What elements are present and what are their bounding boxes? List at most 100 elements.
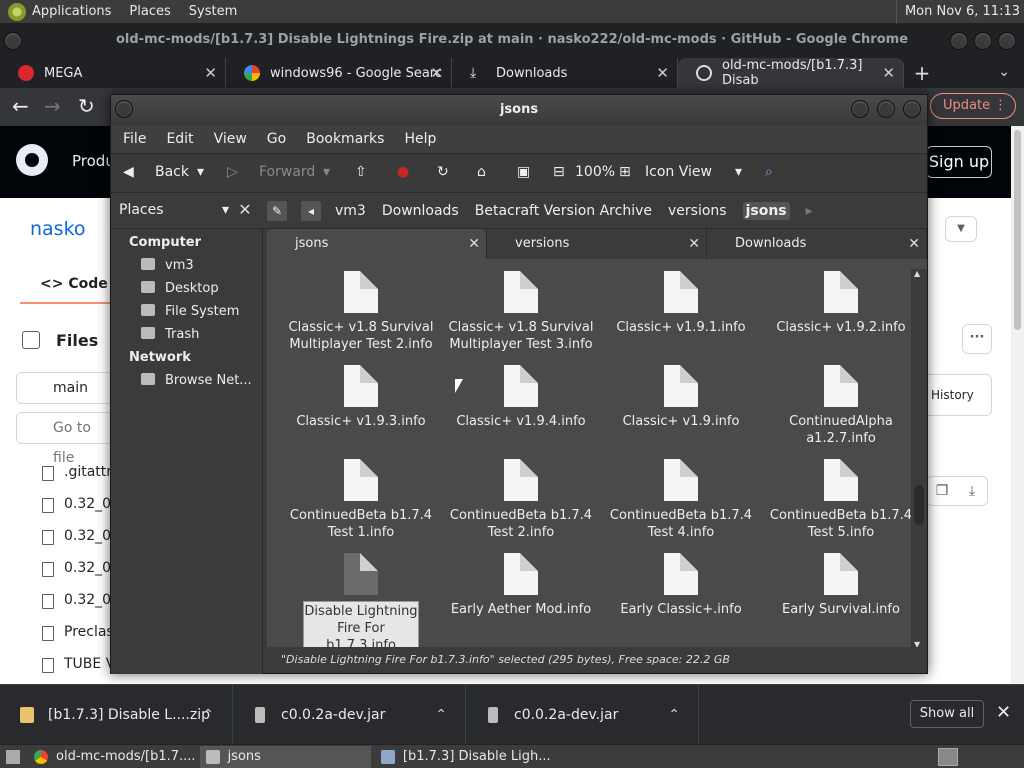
menu-bookmarks[interactable]: Bookmarks [306,131,384,147]
file-item[interactable]: Early Classic+.info [601,553,761,618]
up-arrow-icon[interactable]: ⇧ [355,164,367,180]
close-icon[interactable]: ✕ [468,229,480,259]
taskbar-item-chrome[interactable]: old-mc-mods/[b1.7.... [28,746,196,768]
chevron-up-icon[interactable]: ⌃ [668,685,680,745]
back-button[interactable]: Back [155,164,189,180]
file-tree-item[interactable]: 0.32_03 [42,560,120,577]
scroll-up-icon[interactable]: ▲ [914,269,920,278]
file-item[interactable]: Classic+ v1.9.3.info [281,365,441,430]
close-icon[interactable]: ✕ [204,64,217,82]
tab-mega[interactable]: MEGA ✕ [0,58,226,88]
menu-file[interactable]: File [123,131,146,147]
file-item[interactable]: Classic+ v1.9.2.info [761,271,921,336]
file-tree-item[interactable]: 0.32_01 [42,496,120,513]
sidebar-toggle-icon[interactable] [22,331,40,349]
maximize-button[interactable] [974,32,992,50]
forward-arrow-icon[interactable]: ▷ [227,164,238,180]
forward-button[interactable]: Forward [259,164,315,180]
file-item[interactable]: Classic+ v1.9.4.info [441,365,601,430]
github-logo-icon[interactable] [16,144,48,176]
computer-icon[interactable]: ▣ [517,164,530,180]
show-all-button[interactable]: Show all [910,700,984,728]
sidebar-item-browse-network[interactable]: Browse Net... [141,373,252,388]
edit-location-icon[interactable]: ✎ [267,201,287,221]
file-item[interactable]: Classic+ v1.9.info [601,365,761,430]
reload-icon[interactable]: ↻ [78,94,95,118]
close-icon[interactable]: ✕ [688,229,700,259]
file-item[interactable]: Early Aether Mod.info [441,553,601,618]
file-tree-item[interactable]: TUBE V [42,656,115,673]
back-arrow-icon[interactable]: ◀ [123,164,134,180]
breadcrumb-right-icon[interactable]: ▸ [806,203,813,219]
mate-logo-icon[interactable] [8,2,26,21]
fm-scrollbar[interactable]: ▲ ▼ [911,269,927,649]
close-button[interactable] [998,32,1016,50]
file-item[interactable]: ContinuedBeta b1.7.4 Test 2.info [441,459,601,541]
menu-edit[interactable]: Edit [166,131,193,147]
menu-help[interactable]: Help [404,131,436,147]
product-menu[interactable]: Produ [72,152,115,170]
fm-tab-jsons[interactable]: jsons ✕ [267,229,487,259]
search-icon[interactable]: ⌕ [765,164,773,180]
breadcrumb-versions[interactable]: versions [668,203,727,219]
close-icon[interactable]: ✕ [656,64,669,82]
tab-google-search[interactable]: windows96 - Google Searc ✕ [226,58,452,88]
file-item[interactable]: Early Survival.info [761,553,921,618]
sidebar-item-desktop[interactable]: Desktop [141,281,219,296]
download-icon[interactable]: ⤓ [957,477,987,505]
fm-tab-versions[interactable]: versions ✕ [487,229,707,259]
clock[interactable]: Mon Nov 6, 11:13 [895,0,1020,24]
taskbar-item-jsons[interactable]: jsons [199,745,371,768]
close-sidebar-icon[interactable]: ✕ [235,199,255,221]
file-tree-item[interactable]: Preclas [42,624,114,641]
more-options-icon[interactable]: ··· [962,324,992,354]
back-arrow-icon[interactable]: ← [12,94,29,118]
breadcrumb-downloads[interactable]: Downloads [382,203,459,219]
file-item[interactable]: Classic+ v1.9.1.info [601,271,761,336]
workspace-switcher[interactable] [938,748,958,766]
close-icon[interactable]: ✕ [882,64,895,82]
close-icon[interactable]: ✕ [908,229,920,259]
file-item[interactable]: ContinuedBeta b1.7.4 Test 5.info [761,459,921,541]
chevron-down-icon[interactable]: ▼ [945,216,977,242]
page-scrollbar[interactable] [1011,126,1024,684]
file-tree-item[interactable]: 0.32_04 [42,592,120,609]
breadcrumb-jsons[interactable]: jsons [742,202,790,220]
places-select[interactable]: Places ▾ [115,199,231,221]
home-icon[interactable]: ⌂ [477,164,486,180]
zoom-out-icon[interactable]: ⊟ [553,164,565,180]
forward-arrow-icon[interactable]: → [44,94,61,118]
tab-downloads[interactable]: ⤓ Downloads ✕ [452,58,678,88]
chevron-up-icon[interactable]: ⌃ [202,685,214,745]
menu-applications[interactable]: Applications [32,4,111,19]
forward-history-chevron-icon[interactable]: ▾ [323,164,330,180]
menu-system[interactable]: System [189,4,237,19]
file-tree-item[interactable]: 0.32_02 [42,528,120,545]
window-menu-button[interactable] [115,100,133,118]
branch-select[interactable]: main [16,372,116,404]
file-item[interactable]: ContinuedBeta b1.7.4 Test 1.info [281,459,441,541]
close-icon[interactable]: ✕ [430,64,443,82]
go-to-file-input[interactable]: Go to file [16,412,116,466]
file-item[interactable]: ContinuedBeta b1.7.4 Test 4.info [601,459,761,541]
zoom-in-icon[interactable]: ⊞ [619,164,631,180]
maximize-button[interactable] [877,100,895,118]
menu-go[interactable]: Go [267,131,286,147]
close-icon[interactable]: ✕ [996,702,1011,723]
minimize-button[interactable] [851,100,869,118]
new-tab-button[interactable]: + [904,58,940,88]
sidebar-item-file-system[interactable]: File System [141,304,239,319]
file-item[interactable]: Classic+ v1.8 Survival Multiplayer Test … [441,271,601,353]
tab-github[interactable]: old-mc-mods/[b1.7.3] Disab ✕ [678,58,904,88]
sidebar-item-vm3[interactable]: vm3 [141,258,194,273]
code-tab[interactable]: <> Code [40,276,108,292]
download-item[interactable]: c0.0.2a-dev.jar ⌃ [233,685,466,745]
reload-icon[interactable]: ↻ [437,164,449,180]
file-item[interactable]: Classic+ v1.8 Survival Multiplayer Test … [281,271,441,353]
menu-places[interactable]: Places [129,4,170,19]
breadcrumb-left-icon[interactable]: ◂ [301,201,321,221]
breadcrumb-betacraft[interactable]: Betacraft Version Archive [475,203,652,219]
window-menu-button[interactable] [4,32,22,50]
fm-title-bar[interactable]: jsons [111,95,927,125]
view-mode-chevron-icon[interactable]: ▾ [735,164,742,180]
